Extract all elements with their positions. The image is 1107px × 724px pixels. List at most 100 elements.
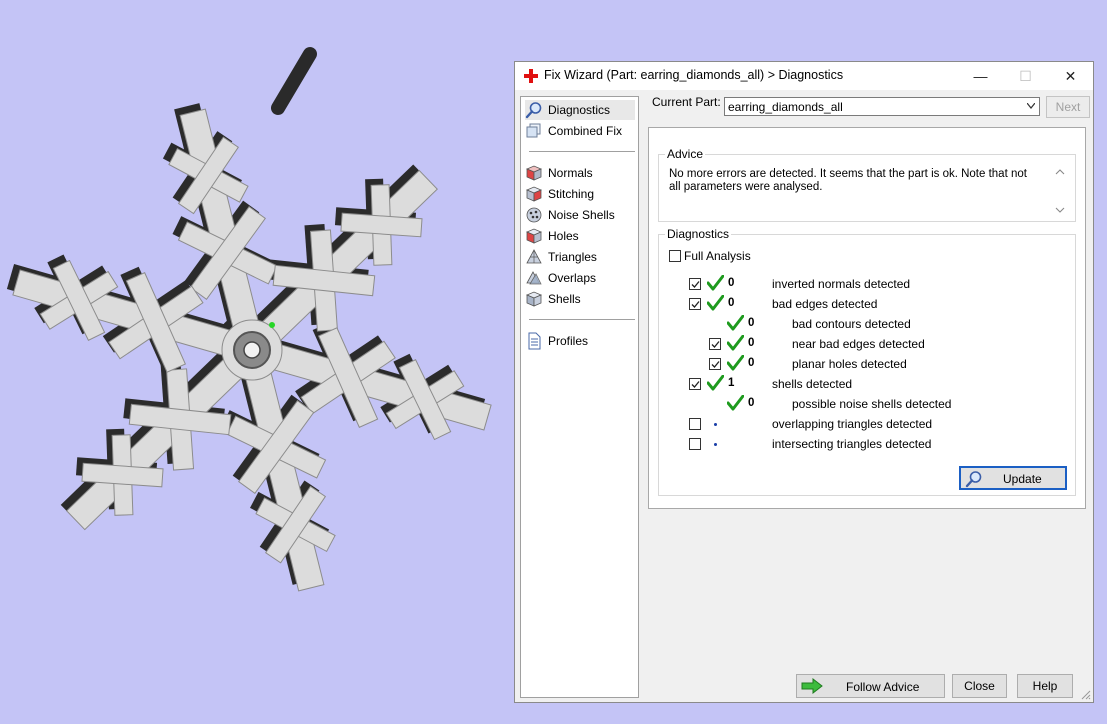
update-label: Update bbox=[1003, 472, 1042, 486]
nav-label: Profiles bbox=[548, 334, 589, 348]
advice-title: Advice bbox=[665, 147, 706, 161]
diagnostics-panel: Advice No more errors are detected. It s… bbox=[648, 127, 1086, 509]
diagnostic-label: intersecting triangles detected bbox=[772, 437, 932, 451]
ok-check-icon bbox=[706, 374, 725, 391]
diagnostic-checkbox[interactable] bbox=[709, 338, 721, 350]
advice-scrollbar[interactable] bbox=[1053, 167, 1067, 215]
ok-check-icon bbox=[726, 394, 745, 411]
snowflake-earring-model[interactable] bbox=[0, 0, 510, 721]
diagnostic-label: near bad edges detected bbox=[792, 337, 925, 351]
pending-dot-icon bbox=[714, 423, 717, 426]
nav-divider bbox=[529, 151, 635, 152]
update-button[interactable]: Update bbox=[959, 466, 1067, 490]
ok-check-icon bbox=[706, 294, 725, 311]
diagnostic-label: shells detected bbox=[772, 377, 853, 391]
diagnostic-label: overlapping triangles detected bbox=[772, 417, 933, 431]
next-button[interactable]: Next bbox=[1046, 96, 1090, 118]
maximize-button[interactable]: ☐ bbox=[1003, 62, 1048, 90]
resize-grip-icon[interactable] bbox=[1081, 690, 1091, 700]
diagnostic-checkbox[interactable] bbox=[689, 378, 701, 390]
chevron-down-icon bbox=[1027, 103, 1035, 109]
minimize-button[interactable]: — bbox=[958, 62, 1003, 90]
ok-check-icon bbox=[726, 314, 745, 331]
nav-item-overlaps[interactable]: Overlaps bbox=[525, 268, 635, 288]
diagnostic-count: 0 bbox=[748, 337, 755, 349]
3d-viewport[interactable] bbox=[0, 0, 510, 721]
diagnostic-label: possible noise shells detected bbox=[792, 397, 952, 411]
profiles-document-icon bbox=[528, 332, 541, 350]
checkmark-icon bbox=[711, 341, 720, 348]
nav-item-holes[interactable]: Holes bbox=[525, 226, 635, 246]
diagnostic-count: 0 bbox=[748, 357, 755, 369]
diagnostic-checkbox[interactable] bbox=[709, 358, 721, 370]
nav-item-diagnostics[interactable]: Diagnostics bbox=[525, 100, 635, 120]
diagnostic-checkbox[interactable] bbox=[689, 418, 701, 430]
full-analysis-checkbox[interactable] bbox=[669, 250, 681, 262]
diagnostic-count: 0 bbox=[748, 317, 755, 329]
follow-advice-label: Follow Advice bbox=[846, 680, 920, 694]
diagnostic-label: bad edges detected bbox=[772, 297, 878, 311]
follow-advice-button[interactable]: Follow Advice bbox=[796, 674, 945, 698]
diagnostic-checkbox[interactable] bbox=[689, 278, 701, 290]
nav-item-combined-fix[interactable]: Combined Fix bbox=[525, 121, 635, 141]
combined-fix-icon bbox=[526, 123, 541, 138]
diagnostic-count: 0 bbox=[728, 297, 735, 309]
selection-point bbox=[269, 322, 275, 328]
overlaps-icon bbox=[526, 271, 542, 285]
diagnostic-checkbox[interactable] bbox=[689, 438, 701, 450]
diagnostic-count: 1 bbox=[728, 377, 735, 389]
nav-item-profiles[interactable]: Profiles bbox=[525, 331, 635, 351]
ok-check-icon bbox=[726, 354, 745, 371]
magnifier-icon bbox=[965, 471, 982, 488]
normals-cube-icon bbox=[525, 165, 543, 181]
nav-label: Holes bbox=[548, 229, 579, 243]
diagnostic-checkbox[interactable] bbox=[689, 298, 701, 310]
close-window-button[interactable]: ✕ bbox=[1048, 62, 1093, 90]
help-button[interactable]: Help bbox=[1017, 674, 1073, 698]
diagnostic-count: 0 bbox=[748, 397, 755, 409]
checkmark-icon bbox=[691, 301, 700, 308]
diagnostics-title: Diagnostics bbox=[665, 227, 732, 241]
holes-cube-icon bbox=[525, 228, 543, 244]
triangles-icon bbox=[526, 249, 542, 264]
nav-label: Combined Fix bbox=[548, 124, 623, 138]
diagnostic-label: bad contours detected bbox=[792, 317, 911, 331]
current-part-select[interactable]: earring_diamonds_all bbox=[724, 97, 1040, 116]
nav-label: Diagnostics bbox=[548, 103, 611, 117]
nav-item-shells[interactable]: Shells bbox=[525, 289, 635, 309]
wizard-navigation: Diagnostics Combined Fix Normals Stitchi… bbox=[520, 96, 639, 698]
nav-label: Overlaps bbox=[548, 271, 597, 285]
shells-icon bbox=[525, 291, 543, 307]
checkmark-icon bbox=[711, 361, 720, 368]
nav-label: Normals bbox=[548, 166, 593, 180]
pending-dot-icon bbox=[714, 443, 717, 446]
ok-check-icon bbox=[726, 334, 745, 351]
diagnostic-label: planar holes detected bbox=[792, 357, 907, 371]
fix-wizard-window: Fix Wizard (Part: earring_diamonds_all) … bbox=[514, 61, 1094, 703]
ok-check-icon bbox=[706, 274, 725, 291]
nav-item-noise-shells[interactable]: Noise Shells bbox=[525, 205, 635, 225]
nav-label: Noise Shells bbox=[548, 208, 615, 222]
current-part-label: Current Part: bbox=[652, 95, 721, 109]
diagnostic-label: inverted normals detected bbox=[772, 277, 911, 291]
advice-group: Advice No more errors are detected. It s… bbox=[658, 147, 1076, 222]
nav-item-stitching[interactable]: Stitching bbox=[525, 184, 635, 204]
nav-item-normals[interactable]: Normals bbox=[525, 163, 635, 183]
arrow-right-icon bbox=[801, 678, 823, 694]
close-button[interactable]: Close bbox=[952, 674, 1007, 698]
stitching-cube-icon bbox=[525, 186, 543, 202]
checkmark-icon bbox=[691, 281, 700, 288]
diagnostic-count: 0 bbox=[728, 277, 735, 289]
title-bar[interactable]: Fix Wizard (Part: earring_diamonds_all) … bbox=[515, 62, 1093, 90]
nav-label: Shells bbox=[548, 292, 581, 306]
diagnostics-group: Diagnostics Full Analysis 0 inverted norm… bbox=[658, 227, 1076, 496]
window-title: Fix Wizard (Part: earring_diamonds_all) … bbox=[544, 68, 844, 82]
nav-item-triangles[interactable]: Triangles bbox=[525, 247, 635, 267]
noise-shells-icon bbox=[526, 207, 542, 223]
nav-label: Triangles bbox=[548, 250, 597, 264]
app-cross-icon bbox=[524, 69, 538, 83]
checkmark-icon bbox=[691, 381, 700, 388]
full-analysis-label: Full Analysis bbox=[684, 249, 751, 263]
nav-label: Stitching bbox=[548, 187, 595, 201]
nav-divider bbox=[529, 319, 635, 320]
